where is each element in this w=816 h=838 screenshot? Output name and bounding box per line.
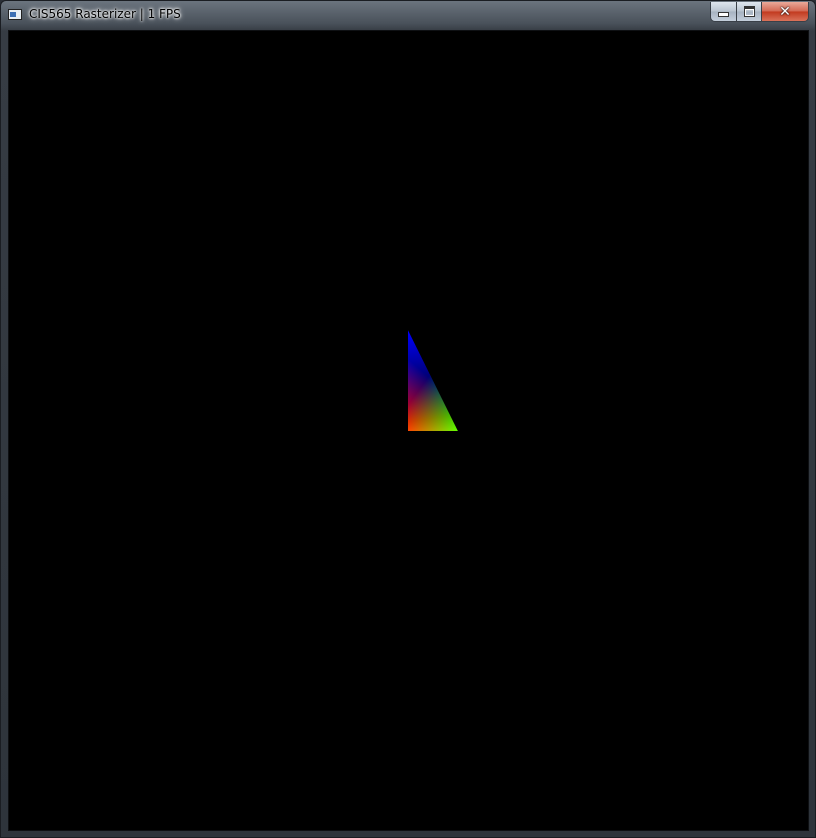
render-viewport[interactable] <box>8 30 809 831</box>
maximize-button[interactable] <box>737 2 762 21</box>
window-title: CIS565 Rasterizer | 1 FPS <box>29 7 181 21</box>
minimize-icon <box>718 12 729 17</box>
title-bar[interactable]: CIS565 Rasterizer | 1 FPS ✕ <box>1 1 815 29</box>
minimize-button[interactable] <box>711 2 737 21</box>
app-window-icon[interactable] <box>8 9 22 20</box>
close-icon: ✕ <box>779 3 791 20</box>
rasterized-scene <box>408 330 458 431</box>
window-controls: ✕ <box>710 2 809 22</box>
close-button[interactable]: ✕ <box>762 2 808 21</box>
maximize-icon <box>743 6 755 17</box>
rasterized-triangle <box>408 330 458 431</box>
application-window: CIS565 Rasterizer | 1 FPS ✕ <box>0 0 816 838</box>
